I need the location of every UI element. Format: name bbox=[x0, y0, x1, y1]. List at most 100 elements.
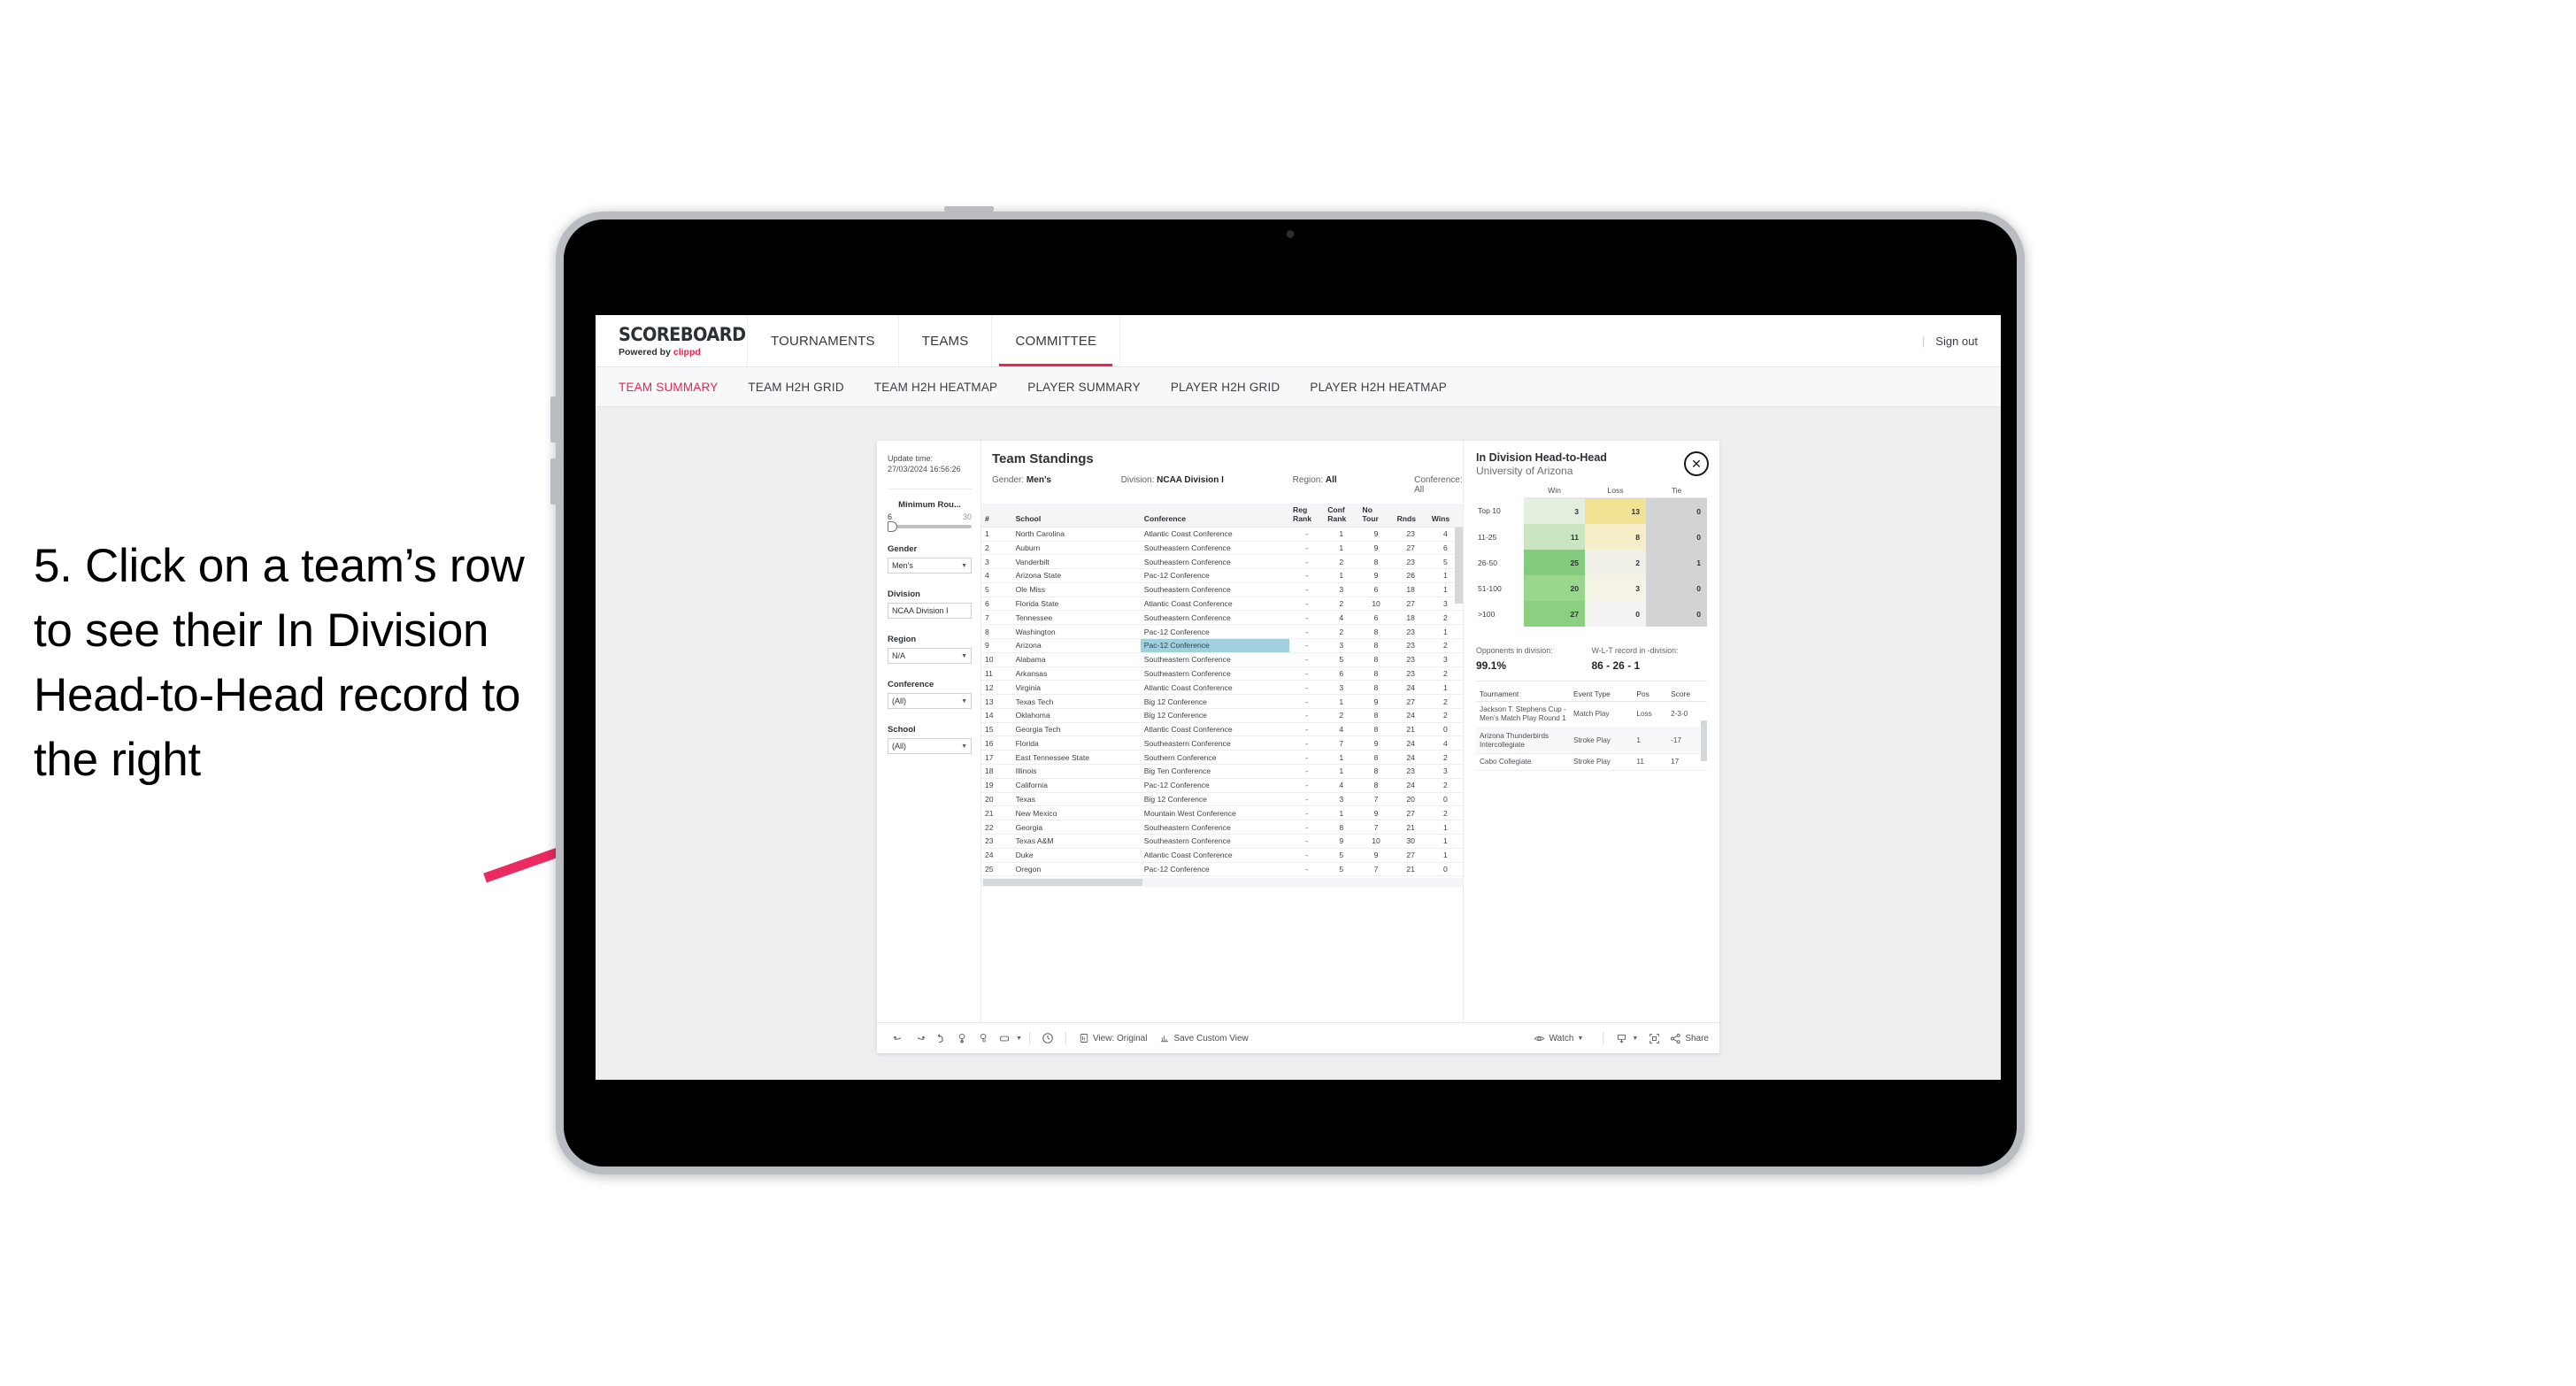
table-row[interactable]: 8 Washington Pac-12 Conference -2 8 23 1 bbox=[981, 624, 1463, 639]
col-pos[interactable]: Pos bbox=[1633, 687, 1668, 702]
view-original-button[interactable]: View: Original bbox=[1079, 1033, 1147, 1043]
col-rank[interactable]: # bbox=[981, 504, 1012, 527]
tournament-scrollbar[interactable] bbox=[1701, 720, 1707, 761]
table-row[interactable]: 18 Illinois Big Ten Conference -1 8 23 3 bbox=[981, 764, 1463, 779]
volume-up-button[interactable] bbox=[550, 397, 556, 443]
standings-vertical-scrollbar[interactable] bbox=[1455, 527, 1463, 604]
cell-school: Florida State bbox=[1011, 597, 1141, 612]
close-icon[interactable]: ✕ bbox=[1684, 451, 1709, 476]
col-rnds[interactable]: Rnds bbox=[1393, 504, 1428, 527]
refresh-icon[interactable] bbox=[951, 1028, 973, 1049]
col-event-type[interactable]: Event Type bbox=[1570, 687, 1634, 702]
conference-select[interactable]: (All) ▼ bbox=[888, 693, 972, 710]
summary-conference: Conference: All bbox=[1414, 475, 1463, 495]
table-row[interactable]: 4 Arizona State Pac-12 Conference -1 9 26 1 bbox=[981, 568, 1463, 583]
revert-icon[interactable] bbox=[930, 1028, 951, 1049]
brand-title: SCOREBOARD bbox=[619, 324, 746, 345]
scrollbar-thumb[interactable] bbox=[983, 879, 1142, 887]
nav-item-tournaments[interactable]: TOURNAMENTS bbox=[748, 315, 899, 366]
slider-handle[interactable] bbox=[888, 521, 897, 533]
col-reg-rank[interactable]: Reg Rank bbox=[1289, 504, 1325, 527]
table-row[interactable]: 14 Oklahoma Big 12 Conference -2 8 24 2 bbox=[981, 708, 1463, 723]
tab-player-summary[interactable]: PLAYER SUMMARY bbox=[1027, 381, 1141, 394]
undo-icon[interactable] bbox=[888, 1028, 909, 1049]
tournament-row[interactable]: Jackson T. Stephens Cup - Men’s Match Pl… bbox=[1476, 701, 1707, 728]
tab-team-h2h-grid[interactable]: TEAM H2H GRID bbox=[748, 381, 843, 394]
col-conf-rank[interactable]: Conf Rank bbox=[1324, 504, 1359, 527]
col-tournament[interactable]: Tournament bbox=[1476, 687, 1571, 702]
nav-item-committee[interactable]: COMMITTEE bbox=[992, 315, 1121, 366]
standings-summary: Gender: Men’s Division: NCAA Division I … bbox=[981, 466, 1463, 504]
table-row[interactable]: 7 Tennessee Southeastern Conference -4 6 18 2 bbox=[981, 610, 1463, 626]
standings-header-row: # School Conference Reg Rank Conf Rank N… bbox=[981, 504, 1463, 527]
table-row[interactable]: 6 Florida State Atlantic Coast Conference -… bbox=[981, 597, 1463, 612]
chevron-down-icon[interactable]: ▼ bbox=[1632, 1036, 1638, 1042]
table-row[interactable]: 21 New Mexico Mountain West Conference -1 9 2… bbox=[981, 805, 1463, 821]
table-row[interactable]: 13 Texas Tech Big 12 Conference -1 9 27 2 bbox=[981, 694, 1463, 709]
cell-conference: Atlantic Coast Conference bbox=[1140, 848, 1290, 863]
volume-down-button[interactable] bbox=[550, 458, 556, 504]
pause-auto-update-icon[interactable] bbox=[973, 1028, 994, 1049]
chevron-down-icon: ▼ bbox=[961, 743, 967, 750]
table-row[interactable]: 2 Auburn Southeastern Conference -1 9 27 6 bbox=[981, 541, 1463, 556]
table-row[interactable]: 1 North Carolina Atlantic Coast Conference… bbox=[981, 527, 1463, 542]
tab-team-summary[interactable]: TEAM SUMMARY bbox=[619, 381, 718, 394]
table-row[interactable]: 20 Texas Big 12 Conference -3 7 20 0 bbox=[981, 792, 1463, 807]
table-row[interactable]: 3 Vanderbilt Southeastern Conference -2 8 23 5 bbox=[981, 554, 1463, 570]
download-icon[interactable] bbox=[1611, 1028, 1632, 1049]
h2h-col-loss: Loss bbox=[1585, 485, 1646, 498]
tab-player-h2h-grid[interactable]: PLAYER H2H GRID bbox=[1171, 381, 1280, 394]
table-row[interactable]: 9 Arizona Pac-12 Conference -3 8 23 2 bbox=[981, 638, 1463, 653]
watch-button[interactable]: Watch ▼ bbox=[1534, 1033, 1583, 1044]
gender-select[interactable]: Men’s ▼ bbox=[888, 558, 972, 574]
wlt-record-stat: W-L-T record in -division: 86 - 26 - 1 bbox=[1592, 646, 1708, 672]
table-row[interactable]: 10 Alabama Southeastern Conference -5 8 23 3 bbox=[981, 652, 1463, 667]
table-row[interactable]: 23 Texas A&M Southeastern Conference -9 10 30… bbox=[981, 834, 1463, 849]
table-row[interactable]: 17 East Tennessee State Southern Conferenc… bbox=[981, 750, 1463, 766]
chevron-down-icon[interactable]: ▼ bbox=[1577, 1036, 1583, 1042]
region-select[interactable]: N/A ▼ bbox=[888, 648, 972, 665]
brand-logo[interactable]: SCOREBOARD Powered by clippd bbox=[596, 315, 748, 366]
tournament-row[interactable]: Arizona Thunderbirds Intercollegiate Stro… bbox=[1476, 728, 1707, 754]
table-row[interactable]: 15 Georgia Tech Atlantic Coast Conference -… bbox=[981, 722, 1463, 737]
col-school[interactable]: School bbox=[1011, 504, 1141, 527]
tab-team-h2h-heatmap[interactable]: TEAM H2H HEATMAP bbox=[874, 381, 997, 394]
nav-divider: | bbox=[1921, 334, 1926, 348]
save-custom-view-button[interactable]: Save Custom View bbox=[1159, 1033, 1249, 1043]
cell-wins: 0 bbox=[1427, 722, 1463, 737]
table-row[interactable]: 24 Duke Atlantic Coast Conference -5 9 27 1 bbox=[981, 848, 1463, 863]
fullscreen-icon[interactable] bbox=[1643, 1028, 1665, 1049]
cell-rnds: 18 bbox=[1393, 582, 1428, 597]
table-row[interactable]: 11 Arkansas Southeastern Conference -6 8 23 2 bbox=[981, 666, 1463, 681]
table-row[interactable]: 12 Virginia Atlantic Coast Conference -3 8 24… bbox=[981, 680, 1463, 696]
tournament-row[interactable]: Cabo Collegiate Stroke Play 11 17 bbox=[1476, 753, 1707, 772]
table-row[interactable]: 16 Florida Southeastern Conference -7 9 24 4 bbox=[981, 735, 1463, 751]
col-no-tour[interactable]: No Tour bbox=[1358, 504, 1394, 527]
table-row[interactable]: 5 Ole Miss Southeastern Conference -3 6 18 1 bbox=[981, 582, 1463, 597]
device-layout-icon[interactable] bbox=[994, 1028, 1015, 1049]
col-conference[interactable]: Conference bbox=[1140, 504, 1290, 527]
minimum-rounds-slider[interactable] bbox=[888, 521, 972, 533]
col-wins[interactable]: Wins bbox=[1427, 504, 1463, 527]
h2h-subtitle: University of Arizona bbox=[1476, 465, 1573, 477]
redo-icon[interactable] bbox=[909, 1028, 930, 1049]
pause-icon[interactable] bbox=[1037, 1028, 1058, 1049]
chevron-down-icon[interactable]: ▼ bbox=[1016, 1036, 1022, 1042]
division-select[interactable]: NCAA Division I bbox=[888, 603, 972, 620]
cell-conf-rank: 3 bbox=[1324, 680, 1359, 696]
gender-label: Gender bbox=[888, 544, 918, 555]
nav-item-teams[interactable]: TEAMS bbox=[899, 315, 993, 366]
cell-conf-rank: 3 bbox=[1324, 582, 1359, 597]
table-row[interactable]: 22 Georgia Southeastern Conference -8 7 21 1 bbox=[981, 820, 1463, 835]
h2h-row-label: 26-50 bbox=[1478, 558, 1497, 567]
power-button[interactable] bbox=[944, 206, 994, 212]
school-select[interactable]: (All) ▼ bbox=[888, 738, 972, 755]
standings-horizontal-scrollbar[interactable] bbox=[981, 878, 1463, 888]
standings-scroll-region[interactable]: 1 North Carolina Atlantic Coast Conference… bbox=[981, 527, 1463, 877]
col-score[interactable]: Score bbox=[1667, 687, 1707, 702]
share-button[interactable]: Share bbox=[1670, 1033, 1709, 1044]
table-row[interactable]: 19 California Pac-12 Conference -4 8 24 2 bbox=[981, 778, 1463, 793]
tab-player-h2h-heatmap[interactable]: PLAYER H2H HEATMAP bbox=[1310, 381, 1447, 394]
sign-out-link[interactable]: Sign out bbox=[1935, 335, 1978, 348]
table-row[interactable]: 25 Oregon Pac-12 Conference -5 7 21 0 bbox=[981, 862, 1463, 877]
